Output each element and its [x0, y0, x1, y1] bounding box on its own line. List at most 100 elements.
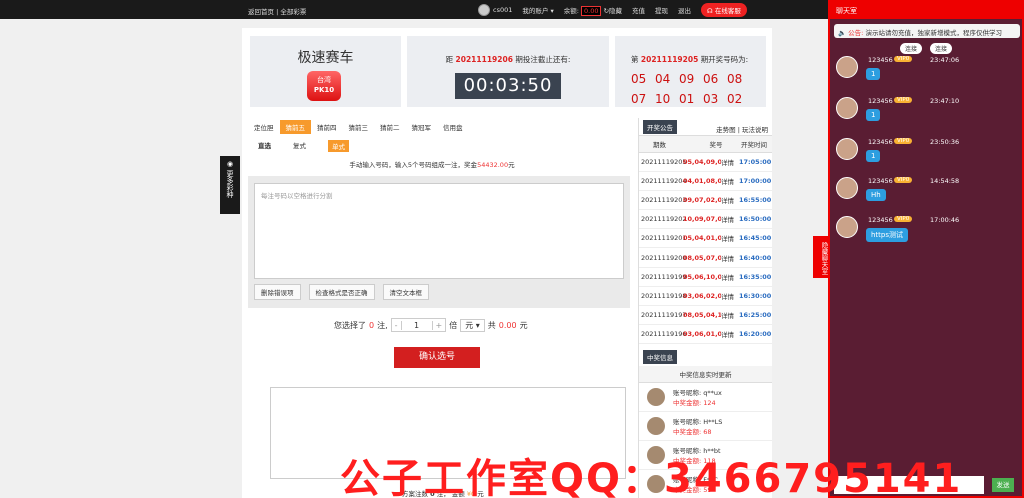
result-balls: 05 04 09 06 08 07 10 01 03 02	[631, 72, 751, 106]
headset-icon: ☊	[707, 7, 713, 15]
list-item: 账号昵称: h**bt 中奖金额: 118	[639, 441, 772, 470]
hide-balance-button[interactable]: 隐藏	[609, 7, 622, 15]
tab-guess-top5[interactable]: 猜前五	[279, 120, 311, 134]
chat-message: 123456 VIP0 23:50:36 1	[836, 138, 1016, 166]
avatar	[478, 4, 490, 16]
more-lotteries-tab[interactable]: ◉ 更多彩种	[220, 156, 240, 214]
vip-badge: VIP0	[894, 138, 913, 144]
detail-link[interactable]: 详情	[721, 176, 739, 186]
delete-errors-button[interactable]: 删除错误项	[254, 284, 301, 300]
subtab-single[interactable]: 单式	[328, 140, 349, 152]
message-bubble: Hh	[866, 189, 886, 201]
win-info-title: 中奖信息实时更新	[639, 365, 772, 383]
table-row: 2021111920309,07,02,03,详情16:55:00	[639, 191, 772, 211]
result-ball: 09	[679, 72, 695, 86]
subtab-multiple[interactable]: 复式	[293, 140, 306, 152]
chat-notice: 🔈 公告: 演示站请勿充值，独家新增模式，程序仅供学习	[834, 24, 1020, 38]
unit-select[interactable]: 元 ▾	[460, 318, 485, 332]
tab-credit[interactable]: 信用盘	[437, 120, 469, 134]
detail-link[interactable]: 详情	[721, 310, 739, 320]
result-ball: 03	[703, 92, 719, 106]
vip-badge: VIP0	[894, 97, 913, 103]
chat-connect-buttons: 连接 连接	[900, 43, 953, 54]
selected-bets-box[interactable]	[270, 387, 626, 479]
result-ball: 01	[679, 92, 695, 106]
detail-link[interactable]: 详情	[721, 272, 739, 282]
account-menu[interactable]: 我的账户 ▾	[522, 5, 553, 15]
check-format-button[interactable]: 检查格式是否正确	[308, 284, 375, 300]
home-links[interactable]: 返回首页 | 全部彩票	[248, 6, 306, 16]
game-title: 极速赛车	[297, 50, 354, 66]
send-button[interactable]: 发送	[992, 478, 1014, 492]
withdraw-link[interactable]: 提现	[655, 5, 668, 15]
chevron-down-icon: ▾	[550, 7, 554, 15]
table-row: 2021111920105,04,01,06,详情16:45:00	[639, 229, 772, 249]
logout-link[interactable]: 退出	[678, 5, 691, 15]
result-ball: 07	[631, 92, 647, 106]
trend-links[interactable]: 走势图 | 玩法说明	[716, 124, 768, 134]
connect-button[interactable]: 连接	[900, 43, 923, 54]
game-logo-card: 极速赛车 台湾 PK10	[250, 36, 401, 107]
detail-link[interactable]: 详情	[721, 195, 739, 205]
tab-guess-top4[interactable]: 猜前四	[311, 120, 343, 134]
table-row: 2021111919803,06,02,05,详情16:30:00	[639, 287, 772, 306]
countdown-card: 距 20211119206 期投注截止还有: 00:03:50	[407, 36, 609, 107]
recharge-link[interactable]: 充值	[632, 5, 645, 15]
message-bubble: https测试	[866, 228, 909, 242]
tab-guess-top3[interactable]: 猜前三	[343, 120, 375, 134]
chat-room: 聊天室 🔈 公告: 演示站请勿充值，独家新增模式，程序仅供学习 连接 连接 12…	[828, 0, 1024, 498]
chat-message: 123456 VIP0 17:00:46 https测试	[836, 216, 1016, 244]
history-header: 开奖公告 走势图 | 玩法说明	[639, 118, 772, 136]
table-row: 2021111920008,05,07,04,详情16:40:00	[639, 248, 772, 268]
user-info[interactable]: cs001	[478, 4, 512, 16]
detail-link[interactable]: 详情	[721, 214, 739, 224]
clear-text-button[interactable]: 清空文本框	[382, 284, 429, 300]
multiple-input[interactable]: 1	[400, 320, 433, 330]
chat-input[interactable]	[834, 476, 984, 494]
connect-button[interactable]: 连接	[930, 43, 953, 54]
username: cs001	[493, 6, 513, 14]
result-ball: 02	[727, 92, 743, 106]
detail-link[interactable]: 详情	[721, 157, 739, 167]
tab-guess-champion[interactable]: 猜冠军	[406, 120, 438, 134]
play-tabs: 定位胆 猜前五 猜前四 猜前三 猜前二 猜冠军 信用盘	[248, 120, 469, 134]
avatar	[647, 445, 665, 464]
plus-button[interactable]: +	[433, 321, 446, 330]
history-table-header: 期数 奖号 开奖时间	[639, 136, 772, 153]
balance-value: 0.00	[581, 6, 602, 16]
avatar	[647, 416, 665, 435]
multiple-stepper: - 1 +	[390, 318, 447, 332]
avatar	[836, 177, 858, 199]
table-row: 2021111920404,01,08,09,详情17:00:00	[639, 172, 772, 192]
list-item: 账号昵称: q**ux 中奖金额: 124	[639, 383, 772, 412]
result-ball: 06	[703, 72, 719, 86]
sub-tabs: 直选 复式 单式	[258, 140, 349, 152]
history-panel: 开奖公告 走势图 | 玩法说明 期数 奖号 开奖时间 20211119205 05…	[638, 118, 772, 498]
number-textarea[interactable]: 每注号码以空格进行分割	[254, 183, 624, 279]
detail-link[interactable]: 详情	[721, 329, 739, 339]
hide-chat-button[interactable]: 隐藏聊天室	[813, 236, 828, 278]
list-item: 账号昵称: F**C 中奖金额: 59	[639, 470, 772, 498]
history-rows: 2021111920505,04,09,06,详情17:05:00 202111…	[639, 153, 772, 344]
confirm-selection-button[interactable]: 确认选号	[394, 347, 480, 368]
list-item: 账号昵称: H**LS 中奖金额: 68	[639, 412, 772, 441]
tab-guess-top2[interactable]: 猜前二	[374, 120, 406, 134]
chat-message: 123456 VIP0 23:47:10 1	[836, 97, 1016, 125]
avatar	[647, 387, 665, 406]
subtab-direct[interactable]: 直选	[258, 140, 271, 152]
message-bubble: 1	[866, 109, 881, 121]
top-bar: 返回首页 | 全部彩票 cs001 我的账户 ▾ 余额: 0.00 ↻隐藏 充值…	[0, 0, 828, 19]
minus-button[interactable]: -	[392, 321, 401, 330]
win-info-tag[interactable]: 中奖信息	[643, 349, 677, 364]
vip-badge: VIP0	[894, 216, 913, 222]
main-panel: 极速赛车 台湾 PK10 距 20211119206 期投注截止还有: 00:0…	[242, 28, 772, 498]
announcement-tag[interactable]: 开奖公告	[643, 120, 677, 134]
detail-link[interactable]: 详情	[721, 253, 739, 263]
detail-link[interactable]: 详情	[721, 291, 739, 301]
online-service-button[interactable]: ☊ 在线客服	[701, 3, 747, 17]
avatar	[647, 474, 665, 493]
speaker-icon: 🔈	[838, 29, 847, 37]
tab-position[interactable]: 定位胆	[248, 120, 280, 134]
pk10-logo: 台湾 PK10	[307, 71, 341, 101]
detail-link[interactable]: 详情	[721, 233, 739, 243]
